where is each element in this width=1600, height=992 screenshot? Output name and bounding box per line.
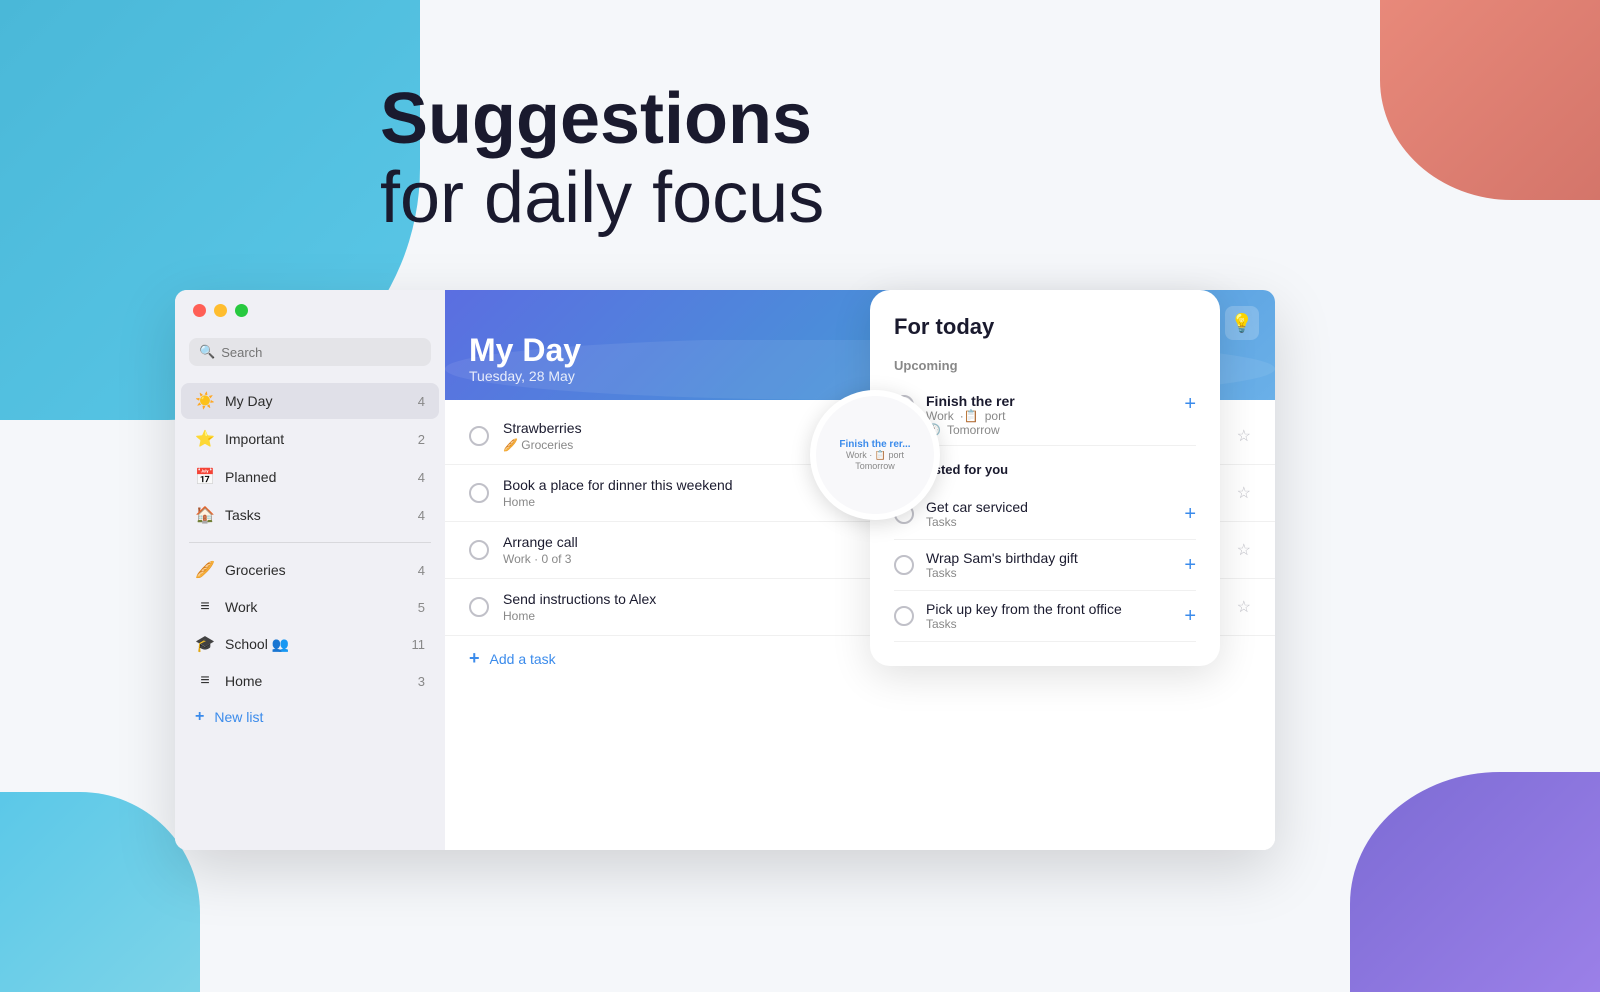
star-button-strawberries[interactable]: ☆ bbox=[1237, 426, 1251, 446]
sidebar-item-school[interactable]: 🎓 School 👥 11 bbox=[181, 626, 439, 662]
sidebar-count-important: 2 bbox=[418, 432, 425, 447]
sidebar-label-home: Home bbox=[225, 673, 408, 689]
suggested-item-car[interactable]: Get car serviced Tasks + bbox=[894, 489, 1196, 540]
title-line2: for daily focus bbox=[380, 159, 824, 238]
sidebar-divider bbox=[189, 542, 431, 543]
magnifier-content: Finish the rer... Work · 📋 port Tomorrow bbox=[831, 431, 918, 479]
add-task-plus-icon: + bbox=[469, 648, 480, 669]
add-suggested-gift-button[interactable]: + bbox=[1184, 554, 1196, 577]
sidebar-count-planned: 4 bbox=[418, 470, 425, 485]
traffic-lights bbox=[193, 304, 248, 317]
list-icon: ≡ bbox=[195, 598, 215, 616]
suggested-list-car: Tasks bbox=[926, 515, 1172, 529]
sidebar-count-my-day: 4 bbox=[418, 394, 425, 409]
lightbulb-button[interactable]: 💡 bbox=[1225, 306, 1259, 340]
sidebar-label-work: Work bbox=[225, 599, 408, 615]
upcoming-section-label: Upcoming bbox=[894, 358, 1196, 373]
sidebar-count-work: 5 bbox=[418, 600, 425, 615]
lightbulb-icon: 💡 bbox=[1231, 313, 1253, 334]
suggested-name-key: Pick up key from the front office bbox=[926, 601, 1172, 617]
suggested-item-gift[interactable]: Wrap Sam's birthday gift Tasks + bbox=[894, 540, 1196, 591]
sidebar-item-important[interactable]: ⭐ Important 2 bbox=[181, 421, 439, 457]
suggested-info-gift: Wrap Sam's birthday gift Tasks bbox=[926, 550, 1172, 580]
bg-shape-blue-bottom bbox=[0, 792, 200, 992]
task-checkbox-send-instructions[interactable] bbox=[469, 597, 489, 617]
star-icon: ⭐ bbox=[195, 429, 215, 449]
task-checkbox-strawberries[interactable] bbox=[469, 426, 489, 446]
sidebar: 🔍 ☀️ My Day 4 ⭐ Important 2 📅 Planned 4 … bbox=[175, 290, 445, 850]
add-upcoming-finish-button[interactable]: + bbox=[1184, 393, 1196, 416]
upcoming-info-finish: Finish the rer Work ·📋 port 🕐 Tomorrow bbox=[926, 393, 1172, 437]
search-icon: 🔍 bbox=[199, 344, 215, 360]
task-checkbox-arrange-call[interactable] bbox=[469, 540, 489, 560]
sidebar-item-home[interactable]: ≡ Home 3 bbox=[181, 664, 439, 698]
star-button-arrange-call[interactable]: ☆ bbox=[1237, 540, 1251, 560]
sidebar-item-groceries[interactable]: 🥖 Groceries 4 bbox=[181, 552, 439, 588]
suggested-info-key: Pick up key from the front office Tasks bbox=[926, 601, 1172, 631]
upcoming-name-finish: Finish the rer bbox=[926, 393, 1172, 409]
sidebar-label-planned: Planned bbox=[225, 469, 408, 485]
sidebar-label-important: Important bbox=[225, 431, 408, 447]
school-icon: 🎓 bbox=[195, 634, 215, 654]
day-title: My Day bbox=[469, 333, 581, 368]
sidebar-count-tasks: 4 bbox=[418, 508, 425, 523]
sidebar-item-work[interactable]: ≡ Work 5 bbox=[181, 590, 439, 624]
close-button[interactable] bbox=[193, 304, 206, 317]
home-icon: 🏠 bbox=[195, 505, 215, 525]
sidebar-item-my-day[interactable]: ☀️ My Day 4 bbox=[181, 383, 439, 419]
star-button-book-dinner[interactable]: ☆ bbox=[1237, 483, 1251, 503]
search-input[interactable] bbox=[221, 345, 421, 360]
bg-shape-purple bbox=[1350, 772, 1600, 992]
suggested-name-gift: Wrap Sam's birthday gift bbox=[926, 550, 1172, 566]
suggested-list-key: Tasks bbox=[926, 617, 1172, 631]
title-line1: Suggestions bbox=[380, 80, 824, 159]
sidebar-item-tasks[interactable]: 🏠 Tasks 4 bbox=[181, 497, 439, 533]
suggested-checkbox-gift[interactable] bbox=[894, 555, 914, 575]
task-checkbox-book-dinner[interactable] bbox=[469, 483, 489, 503]
star-button-send-instructions[interactable]: ☆ bbox=[1237, 597, 1251, 617]
page-title-area: Suggestions for daily focus bbox=[380, 80, 824, 238]
sidebar-count-home: 3 bbox=[418, 674, 425, 689]
maximize-button[interactable] bbox=[235, 304, 248, 317]
day-subtitle: Tuesday, 28 May bbox=[469, 368, 581, 384]
sidebar-count-groceries: 4 bbox=[418, 563, 425, 578]
sidebar-count-school: 11 bbox=[412, 637, 426, 652]
calendar-icon: 📅 bbox=[195, 467, 215, 487]
plus-icon: + bbox=[195, 708, 204, 726]
sidebar-label-my-day: My Day bbox=[225, 393, 408, 409]
upcoming-item-finish[interactable]: Finish the rer Work ·📋 port 🕐 Tomorrow + bbox=[894, 385, 1196, 446]
suggested-item-key[interactable]: Pick up key from the front office Tasks … bbox=[894, 591, 1196, 642]
suggested-list-gift: Tasks bbox=[926, 566, 1172, 580]
for-today-title: For today bbox=[894, 314, 1196, 340]
list2-icon: ≡ bbox=[195, 672, 215, 690]
new-list-label: New list bbox=[214, 709, 263, 725]
add-task-label: Add a task bbox=[490, 651, 556, 667]
suggested-section: Suggested for you Get car serviced Tasks… bbox=[894, 462, 1196, 642]
magnifier-circle: Finish the rer... Work · 📋 port Tomorrow bbox=[810, 390, 940, 520]
sidebar-label-school: School 👥 bbox=[225, 636, 402, 653]
add-suggested-car-button[interactable]: + bbox=[1184, 503, 1196, 526]
upcoming-meta-finish: Work ·📋 port bbox=[926, 409, 1172, 423]
groceries-icon: 🥖 bbox=[195, 560, 215, 580]
sidebar-label-tasks: Tasks bbox=[225, 507, 408, 523]
upcoming-date-finish: 🕐 Tomorrow bbox=[926, 423, 1172, 437]
upcoming-date-text: Tomorrow bbox=[947, 423, 1000, 437]
upcoming-doc-text: port bbox=[985, 409, 1006, 423]
suggested-info-car: Get car serviced Tasks bbox=[926, 499, 1172, 529]
suggested-name-car: Get car serviced bbox=[926, 499, 1172, 515]
add-suggested-key-button[interactable]: + bbox=[1184, 605, 1196, 628]
sun-icon: ☀️ bbox=[195, 391, 215, 411]
minimize-button[interactable] bbox=[214, 304, 227, 317]
new-list-button[interactable]: + New list bbox=[181, 700, 439, 734]
search-bar[interactable]: 🔍 bbox=[189, 338, 431, 366]
sidebar-item-planned[interactable]: 📅 Planned 4 bbox=[181, 459, 439, 495]
suggested-checkbox-key[interactable] bbox=[894, 606, 914, 626]
bg-shape-salmon bbox=[1380, 0, 1600, 200]
upcoming-doc-icon: ·📋 bbox=[960, 409, 979, 423]
sidebar-label-groceries: Groceries bbox=[225, 562, 408, 578]
